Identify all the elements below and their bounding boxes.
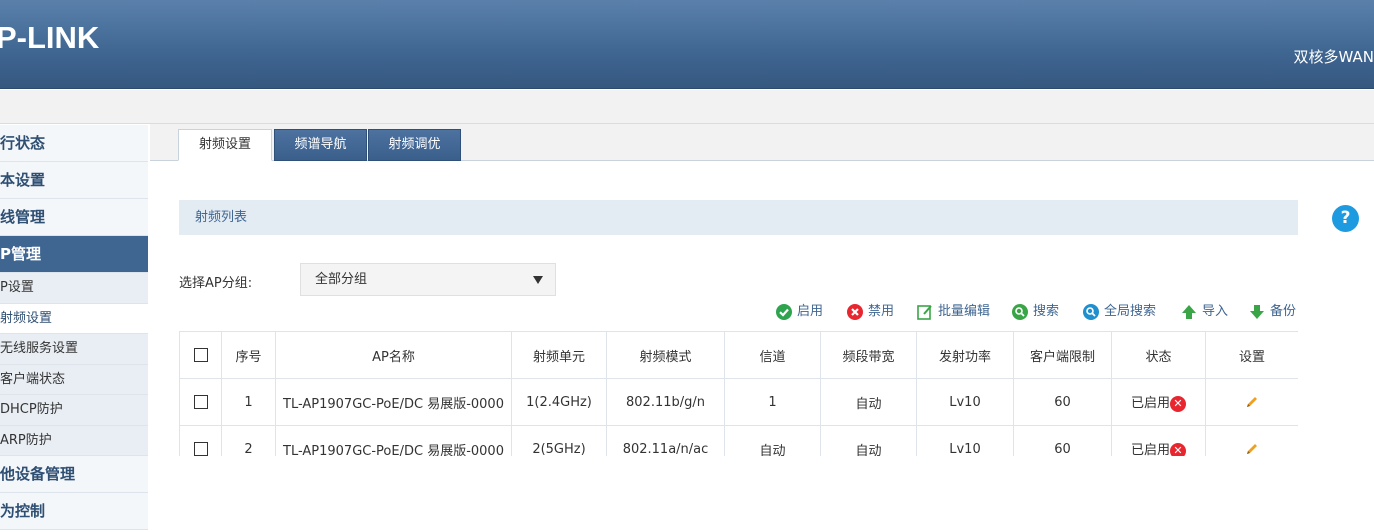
sidebar-item-arp-protection[interactable]: ARP防护 [0,425,148,456]
disable-icon[interactable]: ✕ [1170,395,1186,412]
pencil-icon[interactable] [1244,394,1260,410]
brand-logo: P-LINK [0,20,100,55]
radio-mode: 802.11b/g/n [606,378,725,426]
sidebar-item-running-status[interactable]: 行状态 [0,125,148,162]
chevron-down-icon [533,276,543,284]
column-header: AP名称 [275,331,512,379]
global-search-button[interactable]: 全局搜索 [1082,302,1156,322]
tx-power: Lv10 [916,425,1014,456]
ap-group-label: 选择AP分组: [179,276,253,291]
column-header: 发射功率 [916,331,1014,379]
ap-group-select[interactable]: 全部分组 [300,263,556,296]
sidebar-item-basic-settings[interactable]: 本设置 [0,162,148,199]
select-all-checkbox[interactable] [193,348,208,362]
column-header: 信道 [724,331,821,379]
channel: 自动 [724,425,821,456]
column-header: 射频单元 [511,331,607,379]
ap-name: TL-AP1907GC-PoE/DC 易展版-0000 [275,378,512,426]
sub-bar [0,90,1374,124]
import-button[interactable]: 导入 [1180,302,1228,322]
sidebar-item-wireless-management[interactable]: 线管理 [0,199,148,236]
row-index: 1 [221,378,276,426]
table-toolbar: 启用 禁用 批量编辑 搜索 全局搜索 导入 备份 [0,302,1374,322]
sidebar: 行状态 本设置 线管理 P管理 P设置 射频设置 无线服务设置 客户端状态 DH… [0,125,148,532]
disable-icon[interactable]: ✕ [1170,442,1186,456]
column-header: 状态 [1111,331,1206,379]
search-icon [1012,303,1028,320]
tab-spectrum-navigation[interactable]: 频谱导航 [274,129,367,161]
sidebar-item-behavior-control[interactable]: 为控制 [0,493,148,530]
disable-button[interactable]: 禁用 [846,302,894,322]
sidebar-item-ap-settings[interactable]: P设置 [0,273,148,304]
tab-bar: 射频设置 频谱导航 射频调优 [150,124,1374,161]
ap-name: TL-AP1907GC-PoE/DC 易展版-0000 [275,425,512,456]
tx-power: Lv10 [916,378,1014,426]
row-checkbox[interactable] [193,442,208,456]
backup-button[interactable]: 备份 [1248,302,1296,322]
select-all-cell [179,331,222,379]
tab-radio-settings[interactable]: 射频设置 [178,129,272,161]
help-icon[interactable]: ? [1332,205,1359,232]
batch-edit-button[interactable]: 批量编辑 [916,302,990,322]
arrow-up-icon [1182,304,1196,319]
table-header-row: 序号 AP名称 射频单元 射频模式 信道 频段带宽 发射功率 客户端限制 状态 … [179,331,1298,379]
radio-unit: 2(5GHz) [511,425,607,456]
enable-button[interactable]: 启用 [775,302,823,322]
status-text: 已启用 [1130,443,1170,456]
column-header: 频段带宽 [820,331,917,379]
global-search-icon [1083,303,1099,320]
column-header: 射频模式 [606,331,725,379]
bandwidth: 自动 [820,378,917,426]
tab-radio-optimization[interactable]: 射频调优 [368,129,461,161]
x-circle-icon [847,303,863,320]
row-checkbox[interactable] [193,395,208,409]
sidebar-item-dhcp-protection[interactable]: DHCP防护 [0,395,148,426]
sidebar-item-other-devices[interactable]: 他设备管理 [0,456,148,493]
radio-mode: 802.11a/n/ac [606,425,725,456]
table-row: 1 TL-AP1907GC-PoE/DC 易展版-0000 1(2.4GHz) … [179,378,1298,426]
search-button[interactable]: 搜索 [1011,302,1059,322]
sidebar-item-wireless-service[interactable]: 无线服务设置 [0,334,148,365]
check-circle-icon [776,303,792,320]
radio-unit: 1(2.4GHz) [511,378,607,426]
client-limit: 60 [1013,425,1112,456]
status-cell: 已启用 ✕ [1111,378,1206,426]
product-name: 双核多WAN [1293,48,1374,66]
sidebar-item-ap-management[interactable]: P管理 [0,236,148,273]
column-header: 客户端限制 [1013,331,1112,379]
radio-table: 序号 AP名称 射频单元 射频模式 信道 频段带宽 发射功率 客户端限制 状态 … [179,331,1298,456]
table-row: 2 TL-AP1907GC-PoE/DC 易展版-0000 2(5GHz) 80… [179,425,1298,456]
sidebar-item-client-status[interactable]: 客户端状态 [0,364,148,395]
column-header: 设置 [1205,331,1298,379]
bandwidth: 自动 [820,425,917,456]
arrow-down-icon [1250,304,1264,319]
section-title: 射频列表 [179,200,1298,235]
channel: 1 [724,378,821,426]
row-index: 2 [221,425,276,456]
pencil-icon[interactable] [1244,441,1260,456]
client-limit: 60 [1013,378,1112,426]
status-text: 已启用 [1130,396,1170,412]
status-cell: 已启用 ✕ [1111,425,1206,456]
header-bar: P-LINK 双核多WAN [0,0,1374,89]
edit-icon [917,304,932,320]
column-header: 序号 [221,331,276,379]
